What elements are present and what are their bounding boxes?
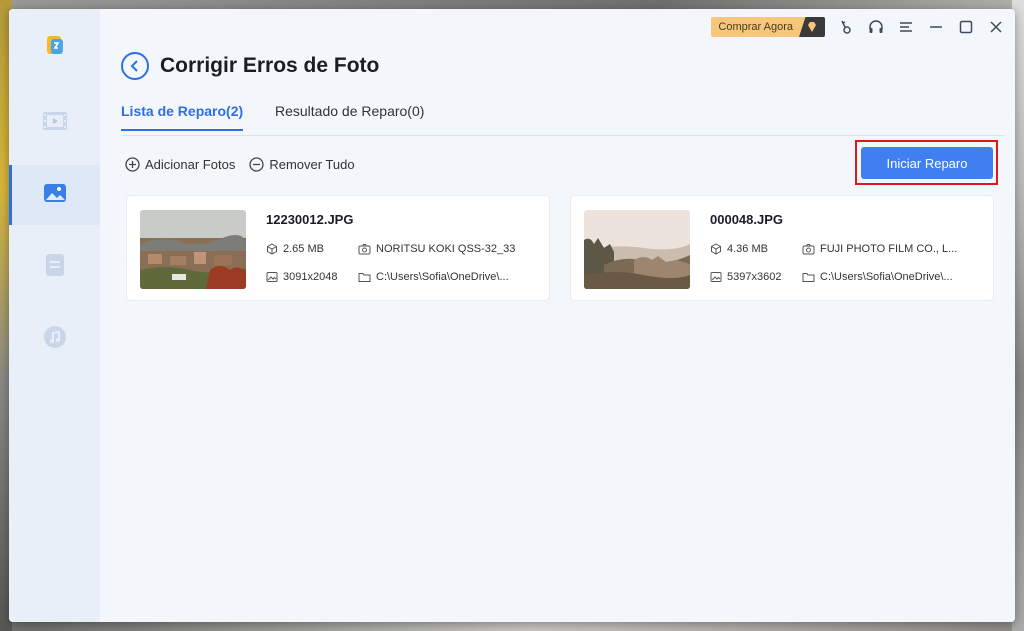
file-name: 000048.JPG	[710, 212, 784, 227]
remove-all-label: Remover Tudo	[269, 157, 355, 172]
file-resolution: 5397x3602	[710, 271, 781, 283]
image-size-icon	[710, 272, 722, 282]
add-photos-label: Adicionar Fotos	[145, 157, 236, 172]
close-icon[interactable]	[987, 18, 1005, 36]
file-path-value: C:\Users\Sofia\OneDrive\...	[376, 271, 509, 283]
plus-circle-icon	[125, 157, 140, 172]
key-icon[interactable]	[837, 18, 855, 36]
sidebar	[9, 9, 100, 622]
sidebar-item-document[interactable]	[9, 237, 100, 297]
music-icon	[43, 325, 67, 354]
camera-icon	[802, 244, 815, 255]
photo-thumbnail	[140, 210, 246, 289]
file-path: C:\Users\Sofia\OneDrive\...	[802, 271, 953, 283]
photo-icon	[43, 182, 67, 209]
buy-now-button[interactable]: Comprar Agora	[711, 17, 825, 37]
sidebar-item-music[interactable]	[9, 309, 100, 369]
cube-icon	[267, 243, 277, 255]
action-bar: Adicionar Fotos Remover Tudo	[125, 157, 355, 172]
sidebar-item-logo[interactable]	[9, 17, 100, 77]
menu-icon[interactable]	[897, 18, 915, 36]
camera-icon	[358, 244, 371, 255]
video-icon	[42, 110, 68, 137]
tab-bar: Lista de Reparo(2) Resultado de Reparo(0…	[121, 101, 1005, 136]
app-window: Comprar Agora Corrigir Erros de Foto Lis…	[9, 9, 1015, 622]
start-repair-button[interactable]: Iniciar Reparo	[861, 147, 993, 179]
title-bar: Comprar Agora	[711, 15, 1005, 39]
file-card[interactable]: 000048.JPG 4.36 MB FUJI PHOTO FILM CO., …	[570, 195, 994, 301]
file-size-value: 4.36 MB	[727, 243, 768, 255]
add-photos-button[interactable]: Adicionar Fotos	[125, 157, 235, 172]
file-camera-value: FUJI PHOTO FILM CO., L...	[820, 243, 958, 255]
page-title: Corrigir Erros de Foto	[160, 54, 380, 77]
back-button[interactable]	[121, 52, 149, 80]
file-resolution: 3091x2048	[266, 271, 337, 283]
file-card[interactable]: 12230012.JPG 2.65 MB NORITSU KOKI QSS-32…	[126, 195, 550, 301]
image-size-icon	[266, 272, 278, 282]
file-path-value: C:\Users\Sofia\OneDrive\...	[820, 271, 953, 283]
app-logo-icon	[44, 34, 66, 61]
sidebar-item-video[interactable]	[9, 93, 100, 153]
file-name: 12230012.JPG	[266, 212, 354, 227]
document-icon	[44, 253, 66, 282]
file-size-value: 2.65 MB	[283, 243, 324, 255]
headset-icon[interactable]	[867, 18, 885, 36]
minus-circle-icon	[249, 157, 264, 172]
folder-icon	[358, 273, 371, 282]
tab-repair-result[interactable]: Resultado de Reparo(0)	[275, 103, 424, 129]
cube-icon	[711, 243, 721, 255]
file-size: 4.36 MB	[710, 243, 768, 255]
file-size: 2.65 MB	[266, 243, 324, 255]
chevron-left-icon	[130, 60, 138, 72]
diamond-icon	[799, 17, 825, 37]
page-header: Corrigir Erros de Foto	[121, 52, 379, 80]
maximize-icon[interactable]	[957, 18, 975, 36]
file-path: C:\Users\Sofia\OneDrive\...	[358, 271, 509, 283]
photo-thumbnail	[584, 210, 690, 289]
tab-repair-list[interactable]: Lista de Reparo(2)	[121, 103, 244, 131]
file-resolution-value: 5397x3602	[727, 271, 782, 283]
minimize-icon[interactable]	[927, 18, 945, 36]
buy-now-label: Comprar Agora	[718, 21, 793, 33]
sidebar-item-photo[interactable]	[9, 165, 100, 225]
file-camera: NORITSU KOKI QSS-32_33	[358, 243, 515, 255]
remove-all-button[interactable]: Remover Tudo	[249, 157, 355, 172]
file-resolution-value: 3091x2048	[283, 271, 338, 283]
file-camera: FUJI PHOTO FILM CO., L...	[802, 243, 957, 255]
file-camera-value: NORITSU KOKI QSS-32_33	[376, 243, 516, 255]
folder-icon	[802, 273, 815, 282]
